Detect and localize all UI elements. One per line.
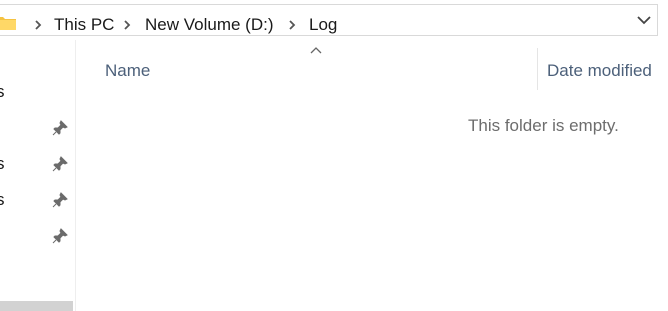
nav-item[interactable]: s bbox=[0, 184, 76, 216]
folder-icon bbox=[0, 15, 16, 30]
pin-icon[interactable] bbox=[52, 228, 68, 244]
column-header-name[interactable]: Name bbox=[105, 58, 150, 84]
chevron-down-icon[interactable] bbox=[636, 14, 652, 26]
pin-icon[interactable] bbox=[52, 156, 68, 172]
empty-folder-message: This folder is empty. bbox=[468, 116, 619, 135]
nav-item-label: s bbox=[0, 82, 5, 101]
content-pane[interactable]: Name Date modified This folder is empty. bbox=[77, 40, 668, 311]
chevron-right-icon[interactable] bbox=[122, 19, 132, 31]
chevron-right-icon[interactable] bbox=[33, 19, 43, 31]
file-explorer-window: This PC New Volume (D:) Log s s s Name D… bbox=[0, 0, 668, 311]
navigation-pane: s s s bbox=[0, 40, 76, 311]
horizontal-scrollbar[interactable] bbox=[0, 301, 73, 311]
pin-icon[interactable] bbox=[52, 120, 68, 136]
breadcrumb-this-pc[interactable]: This PC bbox=[54, 11, 114, 39]
column-header-date-modified[interactable]: Date modified bbox=[547, 58, 652, 84]
nav-item-label: s bbox=[0, 154, 5, 173]
address-bar: This PC New Volume (D:) Log bbox=[0, 0, 668, 40]
breadcrumb-new-volume[interactable]: New Volume (D:) bbox=[145, 11, 273, 39]
chevron-right-icon[interactable] bbox=[287, 19, 297, 31]
address-field[interactable]: This PC New Volume (D:) Log bbox=[0, 4, 658, 36]
nav-item[interactable]: s bbox=[0, 76, 76, 108]
nav-item[interactable] bbox=[0, 220, 76, 252]
breadcrumb-log[interactable]: Log bbox=[309, 11, 337, 39]
pin-icon[interactable] bbox=[52, 192, 68, 208]
nav-item-label: s bbox=[0, 190, 5, 209]
nav-item[interactable]: s bbox=[0, 148, 76, 180]
nav-item[interactable] bbox=[0, 112, 76, 144]
sort-ascending-icon bbox=[310, 46, 322, 54]
column-divider[interactable] bbox=[537, 48, 538, 90]
